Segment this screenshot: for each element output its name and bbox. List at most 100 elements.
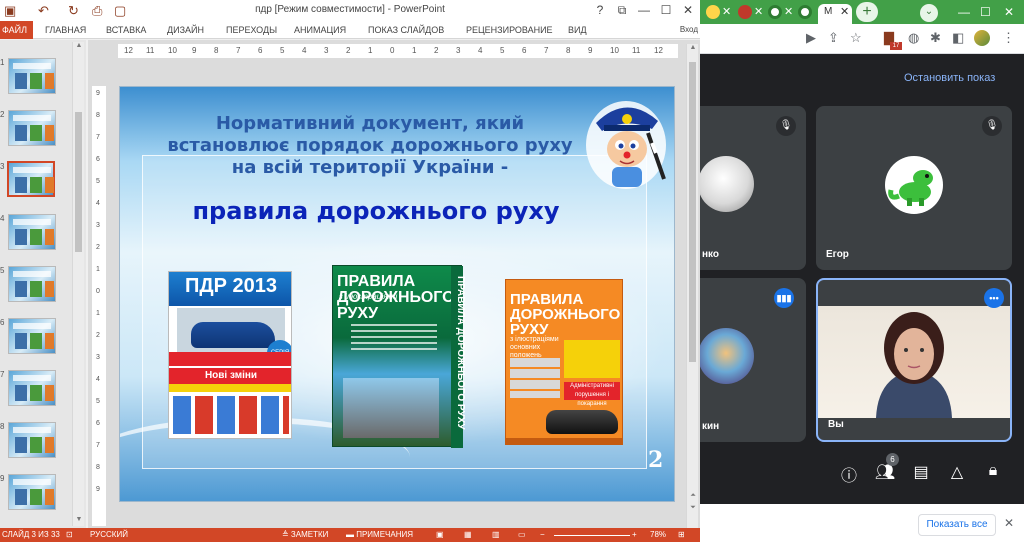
close-icon[interactable]: ✕ [1004,516,1014,530]
slide-thumb[interactable] [8,214,56,250]
participant-avatar [885,156,943,214]
book1-title: ПДР 2013 [184,275,277,297]
menu-icon[interactable]: ⋮ [1002,30,1015,46]
slide-thumb[interactable] [8,318,56,354]
editor-scrollbar[interactable]: ▲ ⏶ ⏷ [686,44,698,528]
close-button[interactable]: ✕ [1004,4,1014,20]
sign-in-link[interactable]: Вход [680,21,698,39]
puzzle-icon[interactable]: ✱ [930,30,941,46]
participant-tile[interactable]: 🎙︎ нко [700,106,806,270]
tab-close-icon[interactable]: ✕ [722,5,731,18]
maximize-button[interactable]: ☐ [980,4,991,20]
tab-favicon[interactable] [738,5,752,19]
slide-thumb-selected[interactable] [7,161,55,197]
chat-icon[interactable]: ▤ [909,462,933,482]
tab-favicon[interactable] [706,5,720,19]
thumbs-scrollbar[interactable]: ▲ ▼ [72,42,84,526]
slide-heading[interactable]: Нормативний документ, який встановлює по… [160,113,580,179]
self-video-tile[interactable]: ••• Вы [816,278,1012,442]
tab-transitions[interactable]: ПЕРЕХОДЫ [226,21,277,39]
share-icon[interactable]: ⇪ [828,30,839,46]
minimize-button[interactable]: — [958,4,970,20]
tab-home[interactable]: ГЛАВНАЯ [45,21,86,39]
slide-answer[interactable]: правила дорожнього руху [156,197,596,225]
tab-file[interactable]: ФАЙЛ [0,21,33,39]
mic-off-icon: 🎙︎ [982,116,1002,136]
slide-thumb[interactable] [8,266,56,302]
help-button[interactable]: ? [590,2,610,18]
current-slide[interactable]: Нормативний документ, який встановлює по… [119,86,675,502]
slide-thumb[interactable] [8,422,56,458]
ruler-mark: 6 [96,420,100,427]
scroll-thumb[interactable] [75,112,82,252]
next-slide-icon[interactable]: ⏷ [687,504,699,512]
language-indicator[interactable]: РУССКИЙ [90,528,128,542]
zoom-level[interactable]: 78% [650,528,666,542]
spellcheck-icon[interactable]: ⊡ [66,528,73,542]
tab-favicon[interactable] [798,5,812,19]
participant-tile[interactable]: ▮▮▮ кин [700,278,806,442]
slide-thumb[interactable] [8,110,56,146]
participant-tile[interactable]: 🎙︎ Егор [816,106,1012,270]
self-video-feed [818,306,1010,418]
new-tab-button[interactable]: + [856,2,878,22]
tab-favicon[interactable] [768,5,782,19]
scroll-down-icon[interactable]: ▼ [73,516,85,523]
tab-insert[interactable]: ВСТАВКА [106,21,146,39]
normal-view-icon[interactable]: ▣ [436,528,444,542]
tab-close-icon[interactable]: ✕ [840,5,849,18]
thumb-number: 5 [0,266,5,275]
profile-avatar[interactable] [974,30,990,46]
tab-search-icon[interactable]: ⌄ [920,4,938,22]
tab-close-icon[interactable]: ✕ [754,5,763,18]
comments-button[interactable]: ▬ ПРИМЕЧАНИЯ [346,528,413,542]
prev-slide-icon[interactable]: ⏶ [687,492,699,500]
slide-thumb[interactable] [8,58,56,94]
more-options-icon[interactable]: ••• [984,288,1004,308]
vertical-ruler: 9 8 7 6 5 4 3 2 1 0 1 2 3 4 5 6 7 8 9 [92,86,106,526]
close-button[interactable]: ✕ [678,2,698,18]
bookmark-star-icon[interactable]: ☆ [850,30,862,46]
ruler-mark: 7 [236,46,241,55]
participant-name: кин [702,421,720,432]
show-all-button[interactable]: Показать все [918,514,996,536]
zoom-out-icon[interactable]: − [540,528,545,542]
mic-off-icon: 🎙︎ [776,116,796,136]
participant-name: нко [702,249,720,260]
globe-icon[interactable]: ◍ [908,30,919,46]
ruler-mark: 5 [500,46,505,55]
activities-icon[interactable]: △ [945,462,969,482]
ruler-mark: 10 [168,46,177,55]
notes-button[interactable]: ≜ ЗАМЕТКИ [282,528,328,542]
ruler-mark: 8 [96,464,100,471]
tab-animation[interactable]: АНИМАЦИЯ [294,21,346,39]
camera-icon[interactable]: ▶ [806,30,816,46]
maximize-button[interactable]: ☐ [656,2,676,18]
tab-view[interactable]: ВИД [568,21,587,39]
tab-close-icon[interactable]: ✕ [784,5,793,18]
meeting-info-icon[interactable]: ⓘ [837,462,861,486]
tab-slideshow[interactable]: ПОКАЗ СЛАЙДОВ [368,21,444,39]
sidepanel-icon[interactable]: ◧ [952,30,964,46]
reading-view-icon[interactable]: ▥ [492,528,500,542]
tab-review[interactable]: РЕЦЕНЗИРОВАНИЕ [466,21,553,39]
sorter-view-icon[interactable]: ▦ [464,528,472,542]
book1-new-changes: Нові зміни [169,368,291,384]
fit-slide-icon[interactable]: ⊞ [678,528,685,542]
scroll-up-icon[interactable]: ▲ [687,44,699,51]
scroll-up-icon[interactable]: ▲ [73,42,85,49]
zoom-slider[interactable] [554,535,630,536]
host-controls-icon[interactable]: 🔒︎ [981,462,1005,480]
stop-presenting-button[interactable]: Остановить показ [904,72,995,84]
slideshow-view-icon[interactable]: ▭ [518,528,526,542]
ruler-mark: 0 [390,46,395,55]
zoom-in-icon[interactable]: + [632,528,637,542]
ruler-mark: 2 [346,46,351,55]
scroll-thumb[interactable] [689,62,696,362]
ppt-titlebar: ▣ ↶ ↻ ⎙ ▢ пдр [Режим совместимости] - Po… [0,0,700,21]
ribbon-display-button[interactable]: ⧉ [612,2,632,18]
slide-thumb[interactable] [8,370,56,406]
slide-thumb[interactable] [8,474,56,510]
minimize-button[interactable]: — [634,2,654,18]
tab-design[interactable]: ДИЗАЙН [167,21,204,39]
